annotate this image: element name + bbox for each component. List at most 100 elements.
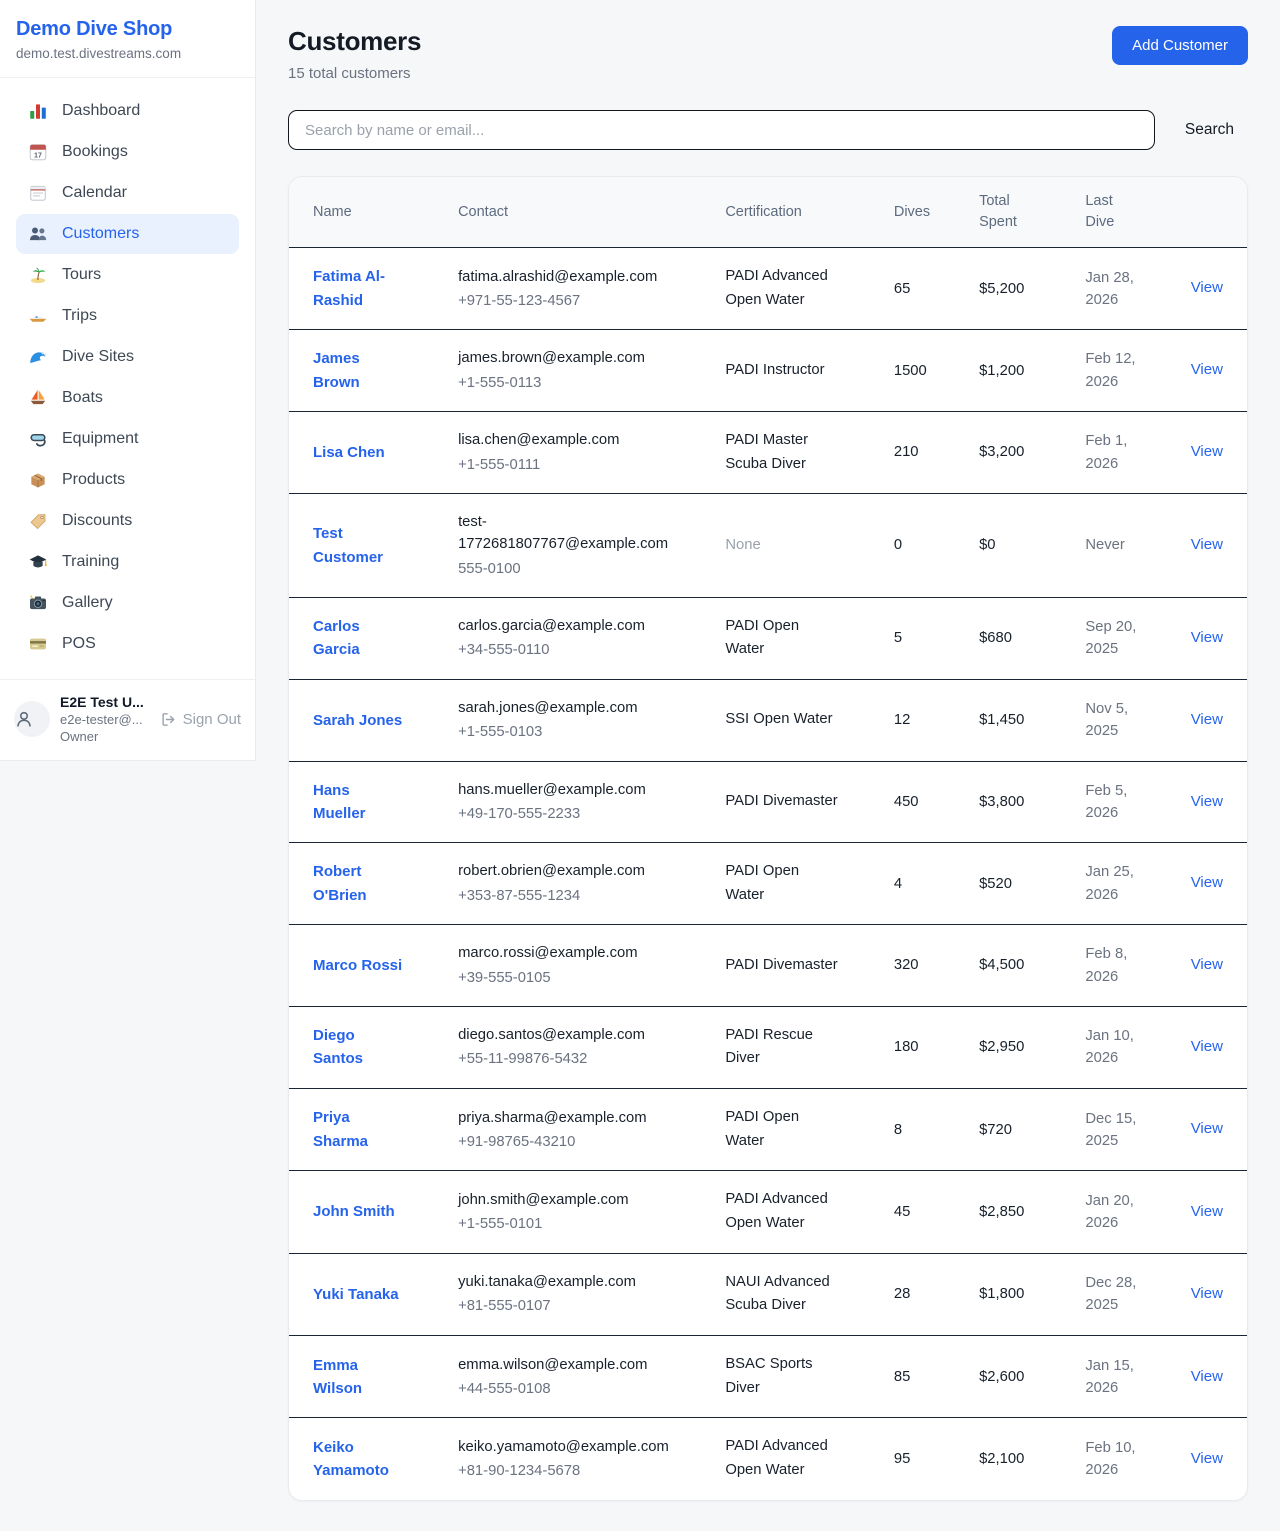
customer-name-link[interactable]: Diego Santos: [313, 1024, 405, 1071]
sidebar-item-discounts[interactable]: Discounts: [16, 501, 239, 541]
customer-total-spent: $520: [967, 843, 1073, 925]
customer-name-link[interactable]: Lisa Chen: [313, 441, 385, 464]
sign-out-button[interactable]: Sign Out: [160, 711, 241, 728]
col-contact: Contact: [446, 177, 713, 248]
view-customer-link[interactable]: View: [1191, 1203, 1223, 1220]
table-row: John Smith john.smith@example.com +1-555…: [289, 1171, 1247, 1253]
customer-dives: 95: [882, 1418, 967, 1500]
customer-certification: PADI Open Water: [713, 597, 882, 679]
sidebar-item-customers[interactable]: Customers: [16, 214, 239, 254]
customer-email: fatima.alrashid@example.com: [458, 266, 657, 288]
customer-name-link[interactable]: James Brown: [313, 347, 405, 394]
customer-phone: +1-555-0111: [458, 454, 701, 476]
customer-phone: +44-555-0108: [458, 1378, 701, 1400]
customer-total-spent: $720: [967, 1089, 1073, 1171]
table-body: Fatima Al-Rashid fatima.alrashid@example…: [289, 248, 1247, 1500]
sidebar-item-dashboard[interactable]: Dashboard: [16, 91, 239, 131]
customer-dives: 65: [882, 248, 967, 330]
col-certification: Certification: [713, 177, 882, 248]
customer-email: emma.wilson@example.com: [458, 1354, 647, 1376]
sidebar-item-calendar[interactable]: Calendar: [16, 173, 239, 213]
customer-certification: BSAC Sports Diver: [713, 1336, 882, 1418]
sidebar-item-equipment[interactable]: Equipment: [16, 419, 239, 459]
customer-phone: +1-555-0113: [458, 372, 701, 394]
customer-name-link[interactable]: Sarah Jones: [313, 709, 402, 732]
customer-phone: +81-555-0107: [458, 1295, 701, 1317]
col-dives: Dives: [882, 177, 967, 248]
customer-certification: PADI Master Scuba Diver: [713, 411, 882, 493]
view-customer-link[interactable]: View: [1191, 361, 1223, 378]
customer-last-dive: Feb 12, 2026: [1073, 330, 1178, 412]
user-info: E2E Test U... e2e-tester@... Owner: [60, 694, 150, 744]
customer-last-dive: Sep 20, 2025: [1073, 597, 1178, 679]
customer-total-spent: $2,100: [967, 1418, 1073, 1500]
sidebar-item-dive-sites[interactable]: Dive Sites: [16, 337, 239, 377]
package-icon: [28, 470, 48, 490]
customer-certification: SSI Open Water: [713, 680, 882, 761]
user-section: E2E Test U... e2e-tester@... Owner Sign …: [0, 679, 255, 760]
customers-table: Name Contact Certification Dives Total S…: [289, 177, 1247, 1500]
customer-phone: +353-87-555-1234: [458, 885, 701, 907]
customer-phone: +49-170-555-2233: [458, 803, 701, 825]
col-last-dive: Last Dive: [1073, 177, 1178, 248]
table-row: Keiko Yamamoto keiko.yamamoto@example.co…: [289, 1418, 1247, 1500]
customer-email: marco.rossi@example.com: [458, 942, 637, 964]
search-button[interactable]: Search: [1171, 121, 1248, 139]
search-input[interactable]: [288, 110, 1155, 150]
view-customer-link[interactable]: View: [1191, 1285, 1223, 1302]
sidebar-item-boats[interactable]: Boats: [16, 378, 239, 418]
view-customer-link[interactable]: View: [1191, 793, 1223, 810]
customer-name-link[interactable]: Carlos Garcia: [313, 615, 405, 662]
customer-total-spent: $5,200: [967, 248, 1073, 330]
table-header: Name Contact Certification Dives Total S…: [289, 177, 1247, 248]
view-customer-link[interactable]: View: [1191, 629, 1223, 646]
view-customer-link[interactable]: View: [1191, 1038, 1223, 1055]
customer-total-spent: $680: [967, 597, 1073, 679]
customer-name-link[interactable]: Robert O'Brien: [313, 860, 405, 907]
customer-name-link[interactable]: Hans Mueller: [313, 779, 405, 826]
customer-total-spent: $3,200: [967, 411, 1073, 493]
view-customer-link[interactable]: View: [1191, 536, 1223, 553]
customer-phone: +39-555-0105: [458, 967, 701, 989]
customer-phone: +34-555-0110: [458, 639, 701, 661]
view-customer-link[interactable]: View: [1191, 874, 1223, 891]
customer-email: yuki.tanaka@example.com: [458, 1271, 636, 1293]
sidebar-item-bookings[interactable]: 17 Bookings: [16, 132, 239, 172]
sidebar-item-tours[interactable]: Tours: [16, 255, 239, 295]
view-customer-link[interactable]: View: [1191, 443, 1223, 460]
customer-name-link[interactable]: Emma Wilson: [313, 1354, 405, 1401]
customer-name-link[interactable]: Marco Rossi: [313, 954, 402, 977]
customer-last-dive: Nov 5, 2025: [1073, 680, 1178, 761]
view-customer-link[interactable]: View: [1191, 279, 1223, 296]
add-customer-button[interactable]: Add Customer: [1112, 26, 1248, 65]
col-name: Name: [289, 177, 446, 248]
sidebar-item-products[interactable]: Products: [16, 460, 239, 500]
view-customer-link[interactable]: View: [1191, 1368, 1223, 1385]
customer-name-link[interactable]: Fatima Al-Rashid: [313, 265, 405, 312]
view-customer-link[interactable]: View: [1191, 956, 1223, 973]
customer-last-dive: Feb 1, 2026: [1073, 411, 1178, 493]
customer-email: test-1772681807767@example.com: [458, 511, 672, 555]
sidebar: Demo Dive Shop demo.test.divestreams.com…: [0, 0, 256, 761]
customer-phone: +1-555-0101: [458, 1213, 701, 1235]
view-customer-link[interactable]: View: [1191, 1120, 1223, 1137]
wave-icon: [28, 347, 48, 367]
customer-name-link[interactable]: John Smith: [313, 1200, 395, 1223]
main-content: Customers 15 total customers Add Custome…: [256, 0, 1280, 1531]
customer-name-link[interactable]: Keiko Yamamoto: [313, 1436, 405, 1483]
app-root: Demo Dive Shop demo.test.divestreams.com…: [0, 0, 1280, 1531]
customer-name-link[interactable]: Priya Sharma: [313, 1106, 405, 1153]
view-customer-link[interactable]: View: [1191, 711, 1223, 728]
sidebar-item-training[interactable]: Training: [16, 542, 239, 582]
table-row: Fatima Al-Rashid fatima.alrashid@example…: [289, 248, 1247, 330]
customer-name-link[interactable]: Test Customer: [313, 522, 405, 569]
sidebar-item-pos[interactable]: POS: [16, 624, 239, 664]
customer-name-link[interactable]: Yuki Tanaka: [313, 1283, 399, 1306]
customer-dives: 1500: [882, 330, 967, 412]
view-customer-link[interactable]: View: [1191, 1450, 1223, 1467]
sidebar-item-trips[interactable]: Trips: [16, 296, 239, 336]
customer-count: 15 total customers: [288, 65, 421, 82]
customer-email: keiko.yamamoto@example.com: [458, 1436, 669, 1458]
user-role: Owner: [60, 729, 150, 744]
sidebar-item-gallery[interactable]: Gallery: [16, 583, 239, 623]
